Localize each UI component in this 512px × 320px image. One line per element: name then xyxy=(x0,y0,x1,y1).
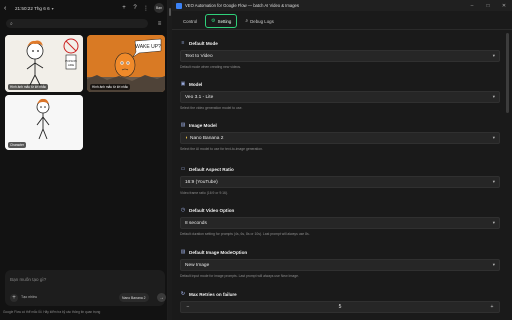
svg-text:WAKE UP?: WAKE UP? xyxy=(135,44,161,50)
extension-logo-icon xyxy=(176,2,182,9)
flow-panel: ‹ 21:50:22 Thg 6 6 ▾ + ? ⋮ Bạn ⌕ ≡ POISO… xyxy=(0,0,168,320)
extension-title: VEO Automation for Google Flow — batch A… xyxy=(185,3,299,8)
svg-text:ARE: ARE xyxy=(68,63,74,67)
extension-panel: VEO Automation for Google Flow — batch A… xyxy=(172,0,512,320)
thumbnail-caption: Hình ảnh mẫu từ lời nhắc xyxy=(8,84,49,90)
extension-titlebar: VEO Automation for Google Flow — batch A… xyxy=(172,0,512,11)
flow-header: ‹ 21:50:22 Thg 6 6 ▾ + ? ⋮ Bạn xyxy=(0,0,168,16)
tab-debug-logs[interactable]: ⌕ Debug Logs xyxy=(240,15,279,27)
more-icon[interactable]: ⋮ xyxy=(142,4,150,12)
filter-icon[interactable]: ≡ xyxy=(155,19,164,28)
add-icon[interactable]: + xyxy=(120,4,128,12)
chevron-down-icon[interactable]: ▾ xyxy=(52,6,54,11)
select-value: Text to Video xyxy=(185,53,213,59)
chip-icon: ▣ xyxy=(180,81,186,87)
prompt-input[interactable]: Bạn muốn tạo gì? xyxy=(10,277,46,282)
chevron-down-icon: ▾ xyxy=(492,135,495,140)
gear-icon: ⚙ xyxy=(211,18,216,24)
setting-default-mode: ≡ Default Mode Text to Video ▾ Default mo… xyxy=(180,40,500,69)
chevron-down-icon: ▾ xyxy=(492,94,495,99)
video-option-select[interactable]: 8 seconds ▾ xyxy=(180,217,500,229)
grip-icon xyxy=(169,8,171,16)
setting-label: Image Model xyxy=(189,122,217,128)
setting-max-retries: ↻ Max Retries on failure − 5 + xyxy=(180,291,500,313)
setting-label: Default Image ModeOption xyxy=(189,249,248,255)
help-icon[interactable]: ? xyxy=(131,4,139,12)
add-media-icon[interactable]: + xyxy=(10,294,18,302)
search-input[interactable]: ⌕ xyxy=(6,19,148,28)
setting-label: Model xyxy=(189,81,203,87)
settings-content: ≡ Default Mode Text to Video ▾ Default mo… xyxy=(172,31,512,320)
search-icon: ⌕ xyxy=(10,20,13,27)
model-selector[interactable]: Nano Banana 2 xyxy=(119,293,149,302)
prompt-box[interactable]: Bạn muốn tạo gì? + Tạo nhiều Nano Banana… xyxy=(5,270,166,306)
setting-hint: Select the AI model to use for text-to-i… xyxy=(180,147,263,151)
stepper-value[interactable]: 5 xyxy=(195,304,485,310)
app-root: ‹ 21:50:22 Thg 6 6 ▾ + ? ⋮ Bạn ⌕ ≡ POISO… xyxy=(0,0,512,320)
max-retries-stepper[interactable]: − 5 + xyxy=(180,301,500,313)
select-value: 16:9 (YouTube) xyxy=(185,179,218,185)
tab-label: Debug Logs xyxy=(250,18,274,24)
media-thumbnail[interactable]: WAKE UP? Hình ảnh mẫu từ lời nhắc xyxy=(87,35,165,92)
refresh-icon: ↻ xyxy=(180,291,186,297)
setting-hint: Default mode when creating new videos. xyxy=(180,65,242,69)
image-icon: ▨ xyxy=(180,122,186,128)
setting-hint: Video frame ratio (16:9 or 9:16). xyxy=(180,191,228,195)
back-arrow-icon[interactable]: ‹ xyxy=(4,5,12,12)
setting-hint: Select the video generation model to use… xyxy=(180,106,243,110)
setting-model: ▣ Model Veo 3.1 - Lite ▾ Select the video… xyxy=(180,81,500,110)
search-icon: ⌕ xyxy=(245,18,249,24)
model-select[interactable]: Veo 3.1 - Lite ▾ xyxy=(180,91,500,103)
decrement-button[interactable]: − xyxy=(181,304,195,310)
select-value: Nano Banana 2 xyxy=(190,135,224,141)
setting-hint: Default duration setting for prompts (4s… xyxy=(180,232,310,236)
select-value: New Image xyxy=(185,262,210,268)
image-icon: ▨ xyxy=(180,249,186,255)
disclaimer-text: Google Flow có thể mắc lỗi. Hãy kiểm tra… xyxy=(3,310,101,314)
minimize-icon[interactable]: – xyxy=(464,3,480,9)
setting-image-model: ▨ Image Model ◗ Nano Banana 2 ▾ Select th… xyxy=(180,122,500,151)
mode-label[interactable]: Tạo nhiều xyxy=(21,295,37,299)
setting-hint: Default input mode for image prompts. La… xyxy=(180,274,299,278)
list-icon: ≡ xyxy=(181,40,185,46)
media-thumbnail[interactable]: POISON ARE Hình ảnh mẫu từ lời nhắc xyxy=(5,35,83,92)
project-title[interactable]: 21:50:22 Thg 6 6 xyxy=(15,6,50,11)
avatar[interactable]: Bạn xyxy=(154,3,164,13)
select-value: 8 seconds xyxy=(185,220,207,226)
media-thumbnail[interactable]: Character xyxy=(5,95,83,150)
tab-bar: Control ⚙ Setting ⌕ Debug Logs xyxy=(172,13,512,30)
increment-button[interactable]: + xyxy=(485,304,499,310)
chevron-down-icon: ▾ xyxy=(492,53,495,58)
tab-setting[interactable]: ⚙ Setting xyxy=(205,14,238,28)
default-mode-select[interactable]: Text to Video ▾ xyxy=(180,50,500,62)
maximize-icon[interactable]: □ xyxy=(480,3,496,9)
banana-icon: ◗ xyxy=(185,135,189,141)
chevron-down-icon: ▾ xyxy=(492,262,495,267)
model-label: Nano Banana 2 xyxy=(122,295,146,300)
setting-label: Max Retries on failure xyxy=(189,291,237,297)
setting-label: Default Video Option xyxy=(189,207,235,213)
thumbnail-caption: Character xyxy=(8,142,26,148)
chevron-down-icon: ▾ xyxy=(492,179,495,184)
chevron-down-icon: ▾ xyxy=(492,220,495,225)
image-mode-select[interactable]: New Image ▾ xyxy=(180,259,500,271)
setting-image-mode-option: ▨ Default Image ModeOption New Image ▾ De… xyxy=(180,249,500,278)
setting-aspect-ratio: ▭ Default Aspect Ratio 16:9 (YouTube) ▾ V… xyxy=(180,166,500,195)
close-icon[interactable]: ✕ xyxy=(496,3,512,9)
send-icon[interactable]: → xyxy=(157,293,166,302)
setting-video-option: ◷ Default Video Option 8 seconds ▾ Defaul… xyxy=(180,207,500,236)
select-value: Veo 3.1 - Lite xyxy=(185,94,214,100)
setting-label: Default Mode xyxy=(189,40,218,46)
ratio-icon: ▭ xyxy=(180,166,186,172)
tab-control[interactable]: Control xyxy=(178,16,202,27)
thumbnail-caption: Hình ảnh mẫu từ lời nhắc xyxy=(90,84,131,90)
aspect-ratio-select[interactable]: 16:9 (YouTube) ▾ xyxy=(180,176,500,188)
tab-label: Setting xyxy=(217,18,232,24)
scrollbar-thumb[interactable] xyxy=(506,33,509,113)
scrollbar[interactable] xyxy=(505,31,510,320)
image-model-select[interactable]: ◗ Nano Banana 2 ▾ xyxy=(180,132,500,144)
clock-icon: ◷ xyxy=(180,207,186,213)
setting-label: Default Aspect Ratio xyxy=(189,166,234,172)
tab-label: Control xyxy=(183,18,198,24)
